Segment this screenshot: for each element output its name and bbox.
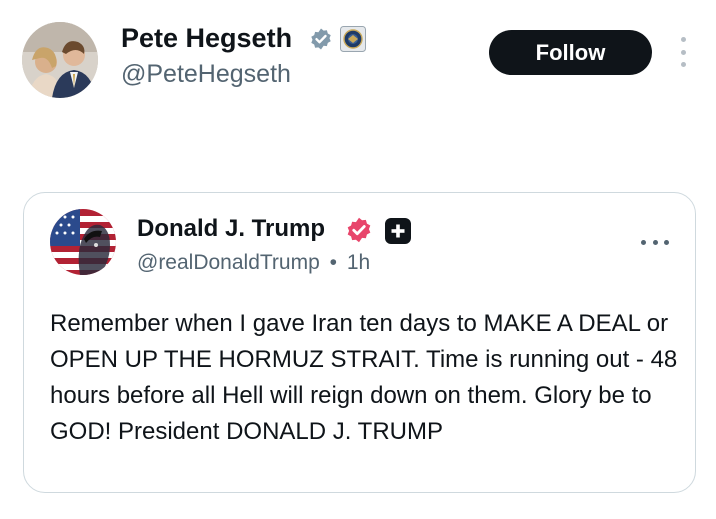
quoted-author-handle[interactable]: @realDonaldTrump [137, 251, 320, 274]
quoted-post-text: Remember when I gave Iran ten days to MA… [50, 310, 678, 445]
avatar-photo [22, 22, 98, 98]
author-avatar[interactable] [22, 22, 98, 98]
quoted-handle-line: @realDonaldTrump • 1h [137, 251, 370, 275]
flag-portrait-avatar [50, 209, 116, 275]
author-name[interactable]: Pete Hegseth [121, 23, 292, 54]
post-time[interactable]: 1h [347, 251, 370, 274]
government-seal-icon[interactable] [340, 26, 366, 52]
verified-badge-icon[interactable] [309, 27, 333, 51]
separator-dot: • [329, 251, 337, 274]
plus-badge-icon[interactable] [385, 218, 411, 244]
more-horizontal-icon[interactable] [641, 240, 669, 246]
quoted-author-name[interactable]: Donald J. Trump [137, 215, 325, 243]
verified-badge-icon[interactable] [345, 216, 373, 244]
quoted-author-avatar[interactable] [50, 209, 116, 275]
author-handle[interactable]: @PeteHegseth [121, 60, 291, 89]
follow-button[interactable]: Follow [489, 30, 652, 75]
more-vertical-icon[interactable] [676, 37, 690, 67]
